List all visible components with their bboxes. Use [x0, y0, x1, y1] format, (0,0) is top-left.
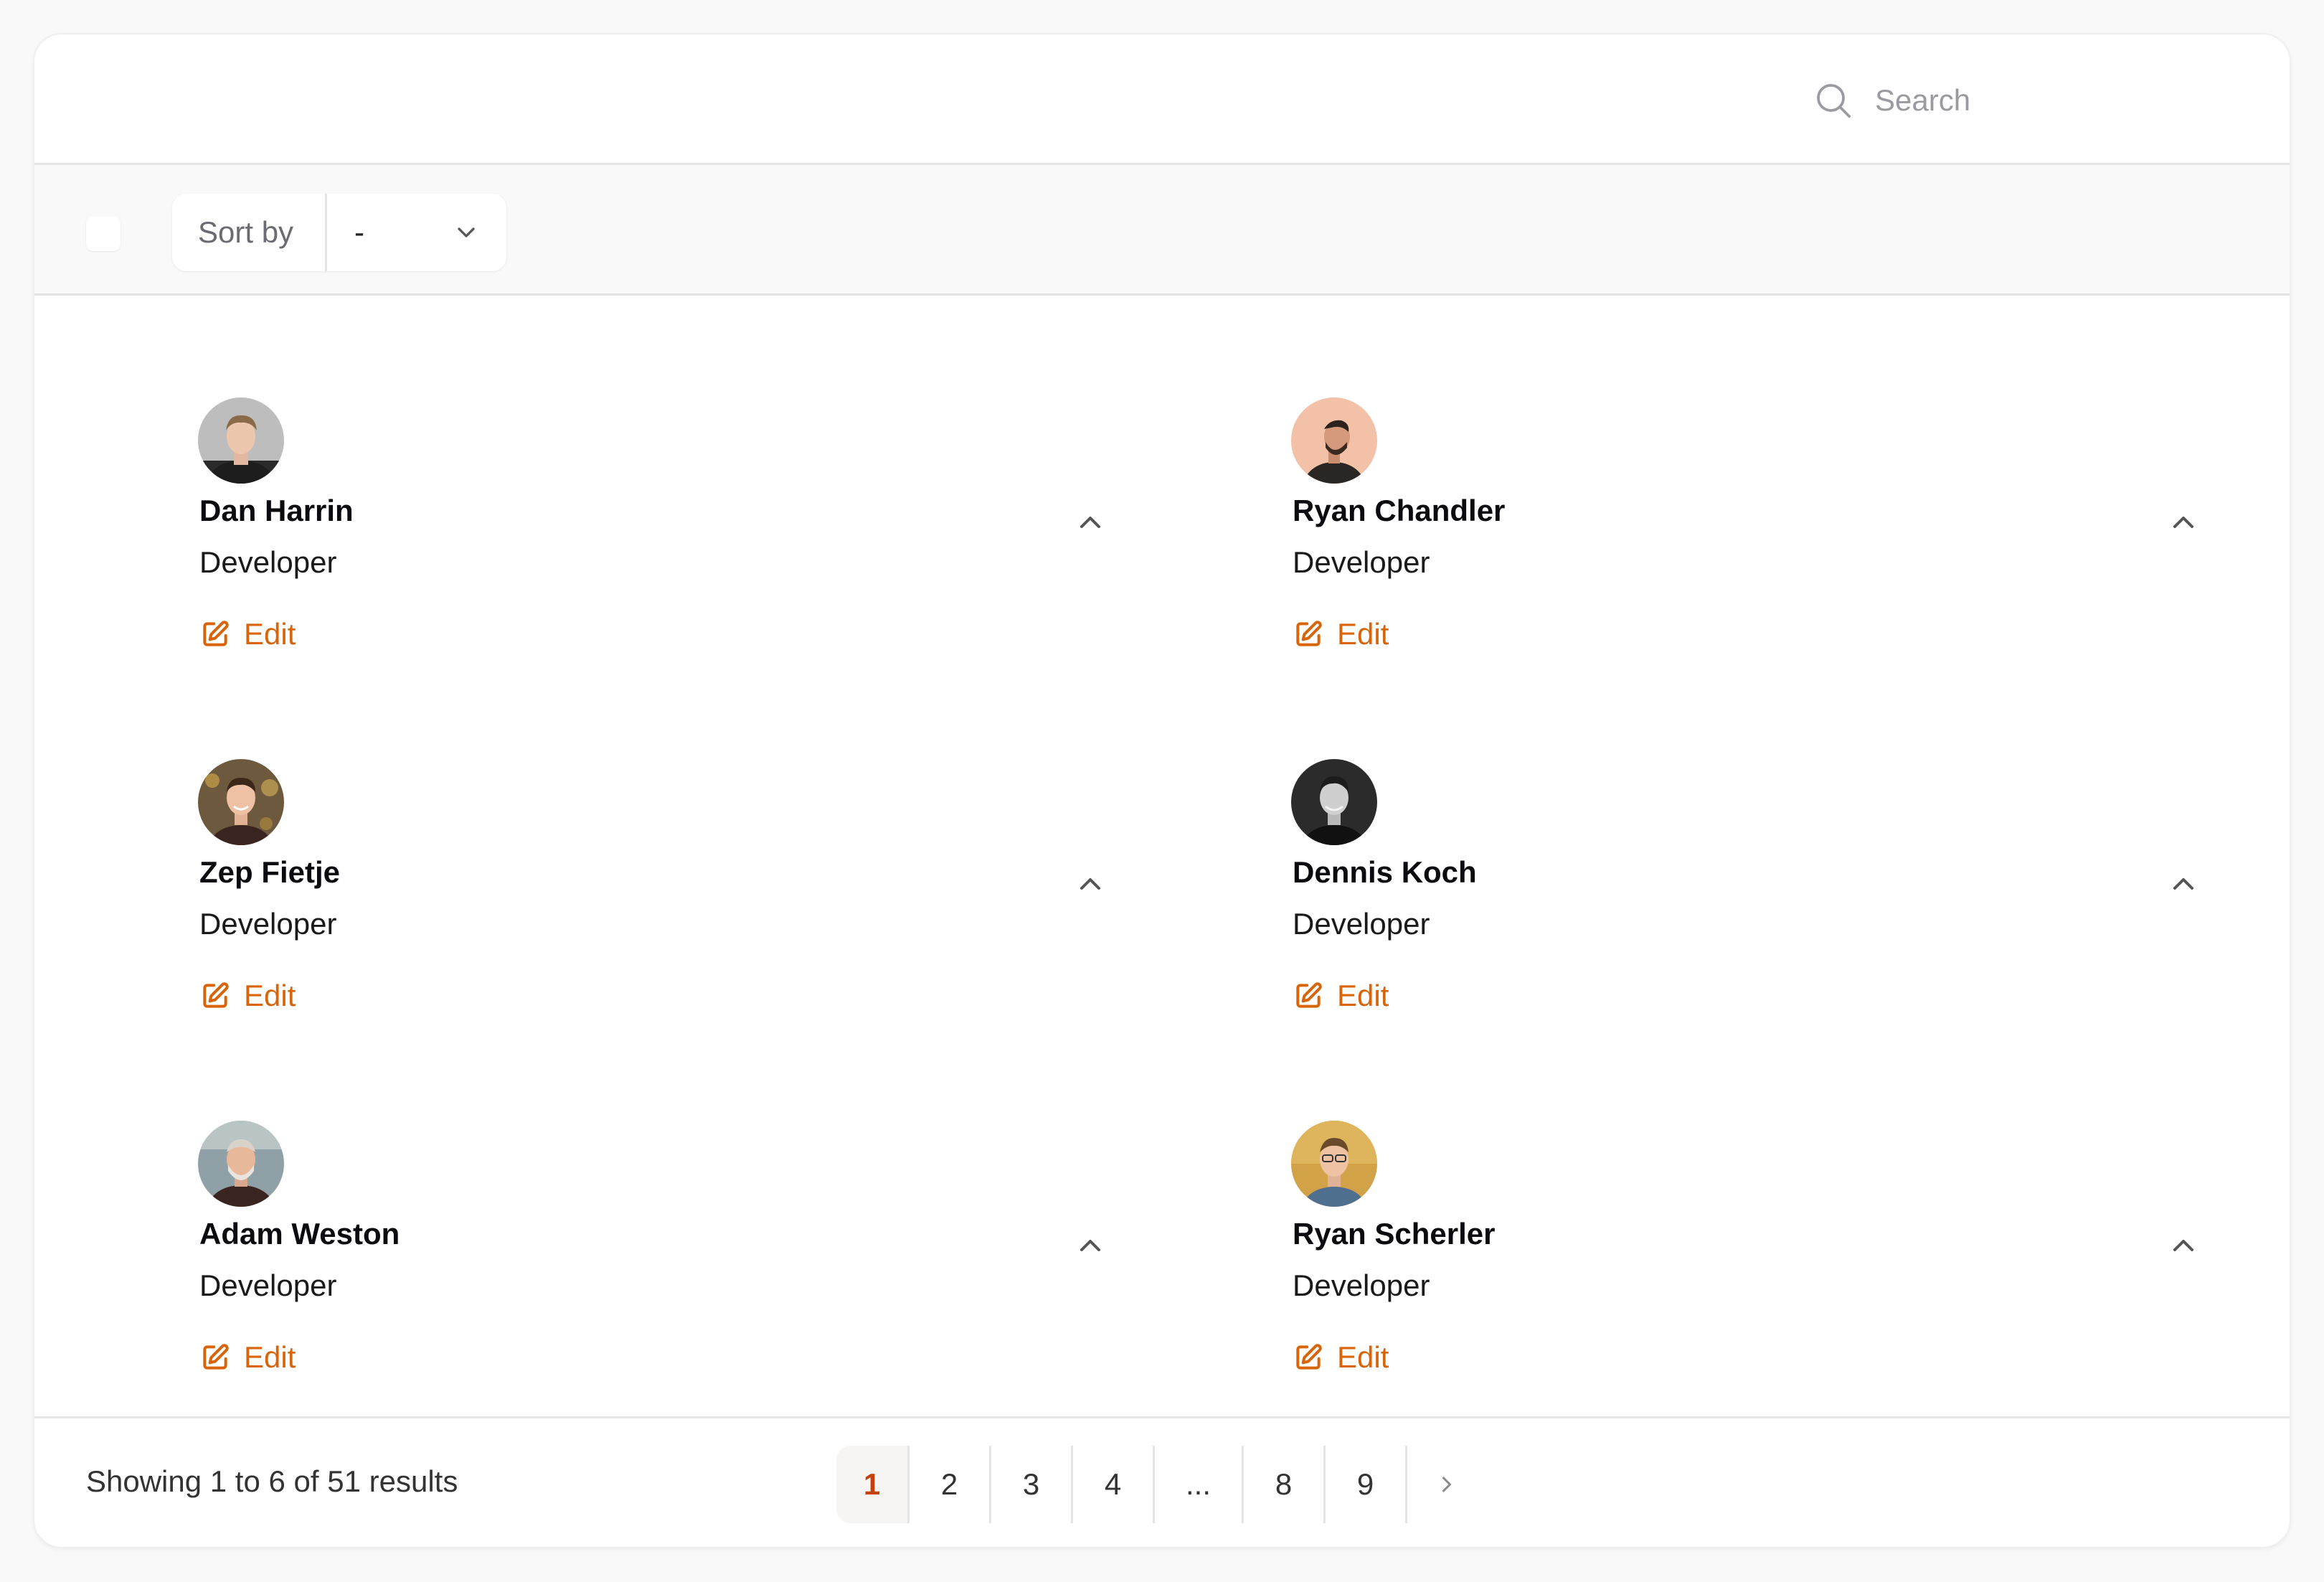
collapse-button[interactable]	[1073, 1228, 1107, 1263]
page-ellipsis: ...	[1155, 1446, 1244, 1523]
sort-select[interactable]: -	[327, 215, 506, 250]
select-all-checkbox[interactable]	[86, 217, 121, 251]
table-header	[34, 34, 2290, 165]
user-card: Adam Weston Developer Edit	[198, 1121, 1130, 1393]
chevron-up-icon	[1080, 517, 1100, 528]
results-summary: Showing 1 to 6 of 51 results	[86, 1464, 458, 1498]
user-name: Ryan Scherler	[1293, 1217, 1496, 1251]
user-card: Dan Harrin Developer Edit	[198, 397, 1130, 670]
user-name: Adam Weston	[199, 1217, 400, 1251]
chevron-right-icon	[1442, 1477, 1451, 1492]
user-name: Dennis Koch	[1293, 855, 1477, 889]
sort-control: Sort by -	[172, 194, 506, 271]
edit-icon	[1293, 618, 1324, 650]
avatar	[198, 759, 284, 845]
edit-label: Edit	[1337, 617, 1389, 651]
user-card: Ryan Chandler Developer Edit	[1291, 397, 2224, 670]
collapse-button[interactable]	[2166, 1228, 2201, 1263]
edit-button[interactable]: Edit	[1293, 617, 1389, 651]
edit-icon	[1293, 980, 1324, 1012]
edit-label: Edit	[1337, 1340, 1389, 1374]
avatar	[1291, 1121, 1377, 1207]
table-panel: Sort by -	[33, 33, 2291, 1548]
edit-icon	[1293, 1342, 1324, 1373]
chevron-up-icon	[2173, 1240, 2193, 1251]
page-button-current[interactable]: 1	[836, 1446, 910, 1523]
sort-label: Sort by	[172, 194, 327, 271]
user-name: Ryan Chandler	[1293, 494, 1506, 527]
chevron-up-icon	[2173, 517, 2193, 528]
chevron-down-icon	[452, 218, 481, 247]
user-card: Zep Fietje Developer Edit	[198, 759, 1130, 1032]
edit-icon	[199, 980, 231, 1012]
table-footer: Showing 1 to 6 of 51 results 1 2 3 4 ...…	[34, 1416, 2290, 1547]
user-role: Developer	[199, 907, 337, 941]
edit-button[interactable]: Edit	[1293, 1340, 1389, 1375]
avatar	[198, 1121, 284, 1207]
collapse-button[interactable]	[1073, 505, 1107, 540]
sort-select-value: -	[354, 215, 364, 249]
search-box[interactable]	[1813, 79, 2234, 122]
next-page-button[interactable]	[1407, 1446, 1486, 1523]
edit-label: Edit	[244, 1340, 296, 1374]
user-role: Developer	[1293, 545, 1430, 579]
edit-button[interactable]: Edit	[199, 979, 296, 1013]
user-role: Developer	[1293, 907, 1430, 941]
user-role: Developer	[1293, 1268, 1430, 1302]
page-button[interactable]: 4	[1073, 1446, 1155, 1523]
avatar	[198, 397, 284, 484]
page-button[interactable]: 2	[910, 1446, 991, 1523]
search-input[interactable]	[1875, 83, 2234, 118]
user-name: Zep Fietje	[199, 855, 341, 889]
chevron-up-icon	[1080, 1240, 1100, 1251]
edit-button[interactable]: Edit	[1293, 979, 1389, 1013]
edit-button[interactable]: Edit	[199, 617, 296, 651]
page-button[interactable]: 9	[1326, 1446, 1407, 1523]
chevron-up-icon	[1080, 878, 1100, 890]
user-card: Ryan Scherler Developer Edit	[1291, 1121, 2224, 1393]
page-button[interactable]: 3	[991, 1446, 1073, 1523]
avatar	[1291, 759, 1377, 845]
edit-icon	[199, 618, 231, 650]
user-name: Dan Harrin	[199, 494, 354, 527]
edit-button[interactable]: Edit	[199, 1340, 296, 1375]
collapse-button[interactable]	[1073, 867, 1107, 901]
edit-icon	[199, 1342, 231, 1373]
page-button[interactable]: 8	[1244, 1446, 1326, 1523]
chevron-up-icon	[2173, 878, 2193, 890]
edit-label: Edit	[244, 979, 296, 1012]
search-icon	[1813, 80, 1853, 121]
collapse-button[interactable]	[2166, 505, 2201, 540]
user-role: Developer	[199, 1268, 337, 1302]
pagination: 1 2 3 4 ... 8 9	[836, 1446, 1486, 1523]
table-toolbar: Sort by -	[34, 165, 2290, 296]
card-grid: Dan Harrin Developer Edit Ryan Chandler …	[34, 296, 2290, 1448]
edit-label: Edit	[244, 617, 296, 651]
user-role: Developer	[199, 545, 337, 579]
collapse-button[interactable]	[2166, 867, 2201, 901]
edit-label: Edit	[1337, 979, 1389, 1012]
avatar	[1291, 397, 1377, 484]
user-card: Dennis Koch Developer Edit	[1291, 759, 2224, 1032]
